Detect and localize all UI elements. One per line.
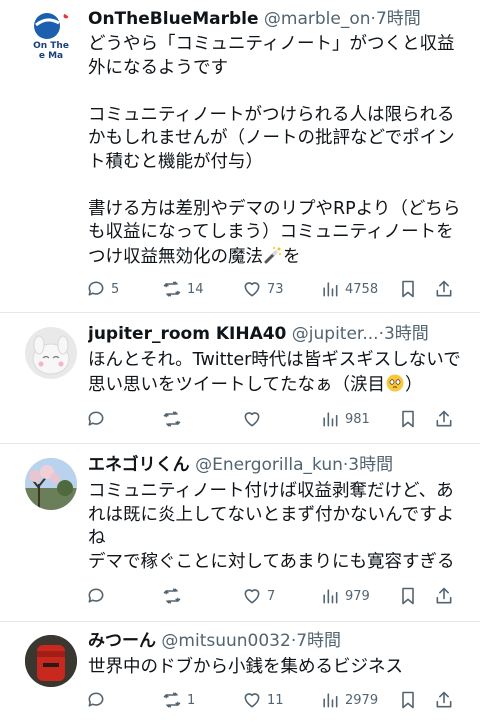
avatar[interactable] [25, 327, 77, 379]
share-button[interactable] [434, 688, 454, 712]
tweet[interactable]: On The e Ma OnTheBlueMarble @marble_on·7… [0, 0, 480, 313]
tweet-text: ほんとそれ。Twitter時代は皆ギスギスしないで思い思いをツイートしてたなぁ（… [88, 349, 464, 397]
heart-icon [244, 589, 260, 604]
user-handle[interactable]: @Energorilla_kun [195, 455, 343, 475]
reply-button[interactable]: 5 [86, 277, 119, 301]
tweet-header: OnTheBlueMarble @marble_on·7時間 [88, 8, 470, 30]
share-icon [436, 410, 452, 427]
action-bar: 981 [84, 407, 464, 431]
magic-wand-emoji-icon [264, 246, 281, 263]
bookmark-button[interactable] [398, 688, 418, 712]
views-button[interactable]: 979 [320, 584, 370, 608]
action-bar: 1 11 2979 [84, 688, 464, 712]
display-name[interactable]: みつーん [88, 631, 156, 651]
timestamp[interactable]: 3時間 [348, 455, 393, 475]
tweet[interactable]: jupiter_room KIHA40 @jupiter...·3時間 ほんとそ… [0, 313, 480, 444]
tweet-text: 世界中のドブから小銭を集めるビジネス [88, 657, 403, 677]
action-bar: 7 979 [84, 584, 464, 608]
reply-icon [88, 692, 104, 707]
reply-count: 5 [111, 281, 120, 297]
like-button[interactable]: 11 [242, 688, 284, 712]
retweet-button[interactable] [162, 407, 187, 431]
retweet-icon [163, 411, 181, 427]
like-count: 73 [267, 281, 284, 297]
like-count: 7 [267, 588, 276, 604]
tweet-header: エネゴリくん @Energorilla_kun·3時間 [88, 454, 470, 476]
views-chart-icon [323, 693, 338, 708]
retweet-count: 14 [187, 281, 204, 297]
tweet[interactable]: みつーん @mitsuun0032·7時間 世界中のドブから小銭を集めるビジネス… [0, 622, 480, 724]
avatar-logo-text: e Ma [38, 51, 64, 61]
reply-button[interactable] [86, 584, 111, 608]
views-button[interactable]: 4758 [320, 277, 378, 301]
bookmark-icon [402, 587, 414, 605]
view-count: 979 [345, 588, 370, 604]
tweet-text-main: どうやら「コミュニティノート」がつくと収益外になるようです コミュニティノートが… [88, 34, 461, 267]
tweet-header: みつーん @mitsuun0032·7時間 [88, 630, 470, 652]
reply-icon [88, 281, 104, 296]
user-handle[interactable]: @jupiter... [292, 324, 379, 344]
display-name[interactable]: jupiter_room KIHA40 [88, 324, 286, 344]
display-name[interactable]: OnTheBlueMarble [88, 9, 259, 29]
views-chart-icon [323, 412, 338, 427]
retweet-count: 1 [187, 692, 196, 708]
retweet-button[interactable] [162, 584, 187, 608]
avatar[interactable] [25, 635, 77, 687]
tweet[interactable]: エネゴリくん @Energorilla_kun·3時間 コミュニティノート付けば… [0, 444, 480, 622]
timeline: On The e Ma OnTheBlueMarble @marble_on·7… [0, 0, 480, 724]
bookmark-icon [402, 410, 414, 428]
like-button[interactable]: 73 [242, 277, 284, 301]
timestamp[interactable]: 7時間 [296, 631, 341, 651]
tweet-text-tail: を [283, 246, 301, 267]
avatar[interactable] [25, 458, 77, 510]
share-icon [436, 587, 452, 604]
bookmark-icon [402, 691, 414, 709]
share-button[interactable] [434, 277, 454, 301]
heart-icon [244, 282, 260, 297]
retweet-button[interactable]: 14 [162, 277, 204, 301]
reply-button[interactable] [86, 407, 111, 431]
bookmark-button[interactable] [398, 584, 418, 608]
views-button[interactable]: 2979 [320, 688, 378, 712]
bookmark-icon [402, 280, 414, 298]
share-button[interactable] [434, 407, 454, 431]
like-count: 11 [267, 692, 284, 708]
retweet-icon [163, 588, 181, 604]
user-handle[interactable]: @mitsuun0032 [161, 631, 290, 651]
heart-icon [244, 412, 260, 427]
views-button[interactable]: 981 [320, 407, 370, 431]
retweet-icon [163, 281, 181, 297]
timestamp[interactable]: 7時間 [376, 9, 421, 29]
like-button[interactable] [242, 407, 267, 431]
tweet-text: コミュニティノート付けば収益剥奪だけど、あれは既に炎上してないとまず付かないんで… [88, 481, 455, 572]
share-icon [436, 280, 452, 297]
user-handle[interactable]: @marble_on [264, 9, 371, 29]
reply-icon [88, 411, 104, 426]
view-count: 981 [345, 411, 370, 427]
tweet-text-tail: ） [404, 374, 423, 395]
reply-button[interactable] [86, 688, 111, 712]
teary-face-emoji-icon [386, 374, 404, 391]
avatar[interactable]: On The e Ma [25, 10, 77, 62]
share-icon [436, 691, 452, 708]
views-chart-icon [323, 589, 338, 604]
retweet-icon [163, 692, 181, 708]
share-button[interactable] [434, 584, 454, 608]
retweet-button[interactable]: 1 [162, 688, 195, 712]
views-chart-icon [323, 282, 338, 297]
bookmark-button[interactable] [398, 407, 418, 431]
heart-icon [244, 693, 260, 708]
view-count: 4758 [345, 281, 379, 297]
like-button[interactable]: 7 [242, 584, 275, 608]
bookmark-button[interactable] [398, 277, 418, 301]
action-bar: 5 14 73 4758 [84, 277, 464, 301]
timestamp[interactable]: 3時間 [384, 324, 429, 344]
tweet-text: どうやら「コミュニティノート」がつくと収益外になるようです コミュニティノートが… [88, 33, 464, 269]
tweet-header: jupiter_room KIHA40 @jupiter...·3時間 [88, 323, 470, 345]
display-name[interactable]: エネゴリくん [88, 455, 190, 475]
view-count: 2979 [345, 692, 379, 708]
reply-icon [88, 588, 104, 603]
avatar-logo-text: On The [33, 41, 69, 51]
